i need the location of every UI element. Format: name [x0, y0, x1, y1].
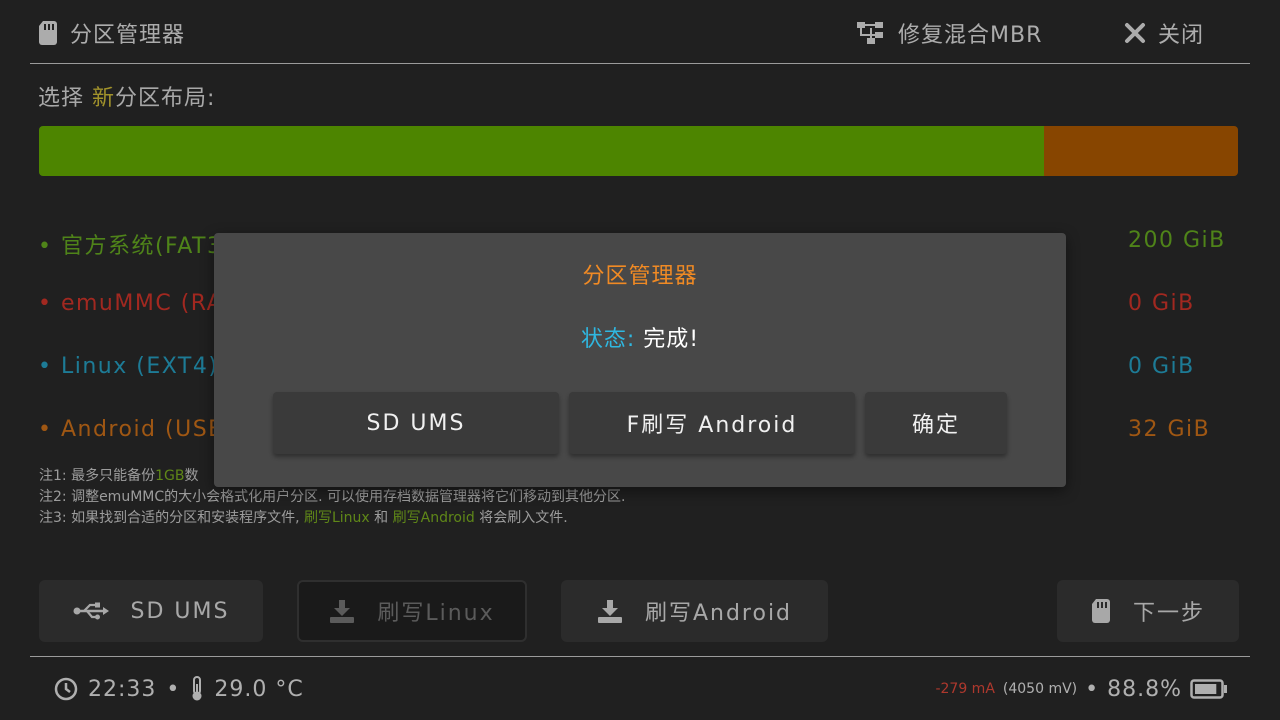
- dialog-sd-ums-button[interactable]: SD UMS: [273, 392, 559, 454]
- dialog-status: 状态: 完成!: [0, 321, 1280, 353]
- dialog-flash-android-button[interactable]: F刷写 Android: [569, 392, 855, 454]
- dialog-ok-button[interactable]: 确定: [865, 392, 1007, 454]
- status-key: 状态:: [580, 327, 644, 352]
- status-value: 完成!: [643, 327, 700, 352]
- dialog-title: 分区管理器: [582, 264, 698, 289]
